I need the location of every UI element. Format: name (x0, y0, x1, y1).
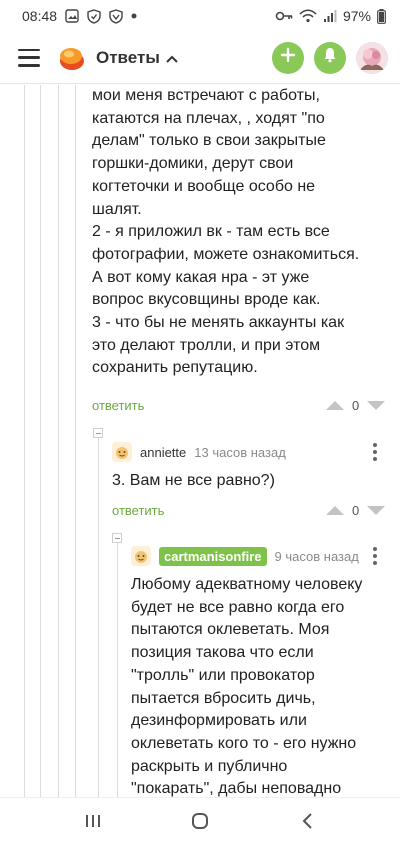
score: 0 (352, 503, 360, 518)
comment-line: оклеветать кого то - его нужно (131, 734, 357, 752)
status-time: 08:48 (22, 8, 58, 24)
notifications-button[interactable] (314, 41, 346, 74)
add-post-button[interactable] (272, 41, 304, 74)
thread-line (98, 437, 99, 797)
thread-line (75, 85, 76, 797)
more-options-icon[interactable] (372, 547, 378, 565)
thread-line (117, 540, 118, 797)
comment-line: это делают тролли, и при этом (92, 336, 321, 354)
wifi-icon (299, 9, 317, 23)
downvote-icon[interactable] (367, 401, 386, 410)
comment-line: шалят. (92, 200, 142, 218)
back-icon[interactable] (282, 801, 332, 841)
comment-time[interactable]: 13 часов назад (194, 445, 286, 460)
comments-thread[interactable]: мои меня встречают с работы, катаются на… (0, 85, 400, 797)
comment-line: 2 - я приложил вк - там есть все (92, 223, 330, 241)
comment-line: "покарать", дабы неповадно (131, 780, 342, 797)
comment-line: делам" только в свои закрытые (92, 132, 326, 150)
downvote-icon[interactable] (367, 506, 386, 515)
comment-line: Любому адекватному человеку (131, 576, 363, 593)
comment-header: cartmanisonfire 9 часов назад (131, 546, 359, 566)
app-bar: Ответы (0, 32, 400, 84)
page-title: Ответы (96, 47, 160, 67)
score: 0 (352, 398, 360, 413)
comment-line: раскрыть и публично (131, 757, 288, 775)
home-icon[interactable] (175, 801, 225, 841)
comment-line: позиция такова что если (131, 644, 314, 662)
comment-line: горшки-домики, дерут свои (92, 155, 294, 173)
reply-button[interactable]: ответить (92, 398, 144, 413)
menu-icon[interactable] (18, 48, 40, 67)
vote-controls: 0 (326, 398, 386, 413)
upvote-icon[interactable] (326, 401, 344, 410)
battery-percent: 97% (342, 8, 371, 24)
collapse-toggle[interactable] (112, 533, 122, 543)
comment-line: 3 - что бы не менять аккаунты как (92, 314, 345, 332)
comment-body: Любому адекватному человеку будет не все… (131, 574, 393, 797)
system-nav-bar (0, 797, 400, 844)
comment-time[interactable]: 9 часов назад (275, 549, 359, 564)
status-bar: 08:48 97% (0, 0, 400, 32)
key-icon (275, 10, 293, 22)
collapse-toggle[interactable] (93, 428, 103, 438)
comment-line: вопрос вкусовщины вроде как. (92, 291, 321, 309)
avatar[interactable] (356, 41, 388, 74)
reply-button[interactable]: ответить (112, 503, 164, 518)
bell-icon (323, 47, 337, 68)
comment-line: дезинформировать или (131, 712, 307, 730)
thread-line (58, 85, 59, 797)
thread-line (24, 85, 25, 797)
comment-header: anniette 13 часов назад (112, 442, 286, 462)
image-icon (65, 9, 79, 23)
comment-line: фотографии, можете ознакомиться. (92, 245, 360, 263)
signal-icon (323, 9, 337, 23)
comment-line: мои меня встречают с работы, (92, 87, 320, 104)
comment-line: пытается вбросить дичь, (131, 689, 316, 707)
dot-icon (131, 13, 137, 19)
comment-line: когтеточки и вообще особо не (92, 177, 316, 195)
shield-check-icon (87, 8, 101, 24)
user-avatar[interactable] (112, 442, 132, 462)
recents-icon[interactable] (68, 801, 118, 841)
more-options-icon[interactable] (372, 443, 378, 461)
plus-icon (280, 47, 296, 68)
comment-line: катаются на плечах, , ходят "по (92, 109, 325, 127)
upvote-icon[interactable] (326, 506, 344, 515)
battery-icon (377, 8, 386, 24)
user-avatar[interactable] (131, 546, 151, 566)
vote-controls: 0 (326, 503, 386, 518)
author-name[interactable]: anniette (140, 445, 186, 460)
thread-line (40, 85, 41, 797)
comment-line: пытаются оклеветать. Моя (131, 621, 330, 639)
comment-line: "тролль" или провокатор (131, 666, 315, 684)
chevron-up-icon (166, 48, 178, 68)
shield-icon (109, 8, 123, 24)
comment-line: будет не все равно когда его (131, 598, 345, 616)
comment-body: мои меня встречают с работы, катаются на… (92, 85, 392, 380)
comment-line: сохранить репутацию. (92, 359, 258, 377)
section-selector[interactable]: Ответы (96, 48, 178, 68)
comment-body: 3. Вам не все равно?) (112, 472, 275, 489)
comment-line: А вот кому какая нра - эт уже (92, 268, 310, 286)
logo-icon[interactable] (58, 44, 86, 72)
author-name[interactable]: cartmanisonfire (159, 546, 267, 566)
